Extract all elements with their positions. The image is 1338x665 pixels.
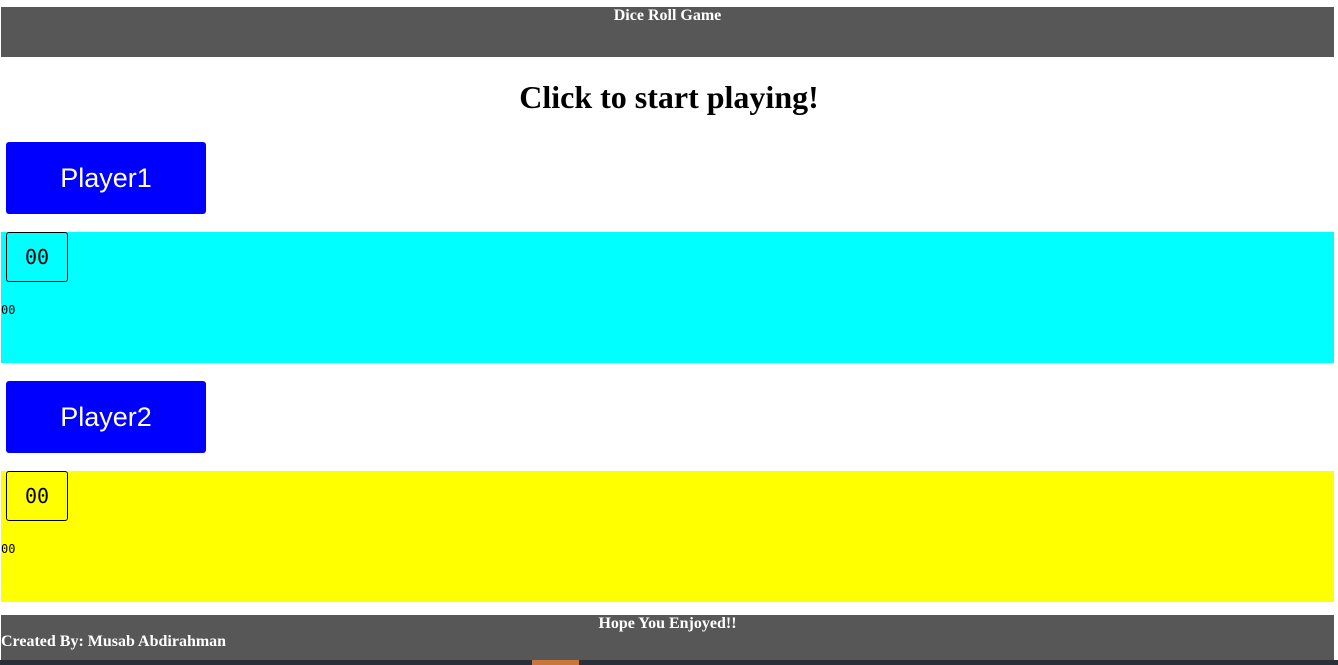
taskbar-strip <box>0 660 1338 665</box>
footer-credit: Created By: Musab Abdirahman <box>1 633 227 650</box>
player1-score-display: 00 <box>6 232 68 282</box>
player2-button[interactable]: Player2 <box>6 381 206 453</box>
start-heading: Click to start playing! <box>519 79 819 115</box>
header-bar: Dice Roll Game <box>1 7 1334 57</box>
footer-message: Hope You Enjoyed!! <box>598 615 737 632</box>
footer-bar: Hope You Enjoyed!! Created By: Musab Abd… <box>1 615 1334 660</box>
player1-score-panel: 00 00 <box>1 232 1334 363</box>
app-title: Dice Roll Game <box>613 7 722 24</box>
player1-button[interactable]: Player1 <box>6 142 206 214</box>
player2-score-panel: 00 00 <box>1 471 1334 602</box>
player2-score-text: 00 <box>1 542 16 556</box>
player2-score-display: 00 <box>6 471 68 521</box>
taskbar-accent <box>532 660 579 665</box>
player1-score-text: 00 <box>1 303 16 317</box>
